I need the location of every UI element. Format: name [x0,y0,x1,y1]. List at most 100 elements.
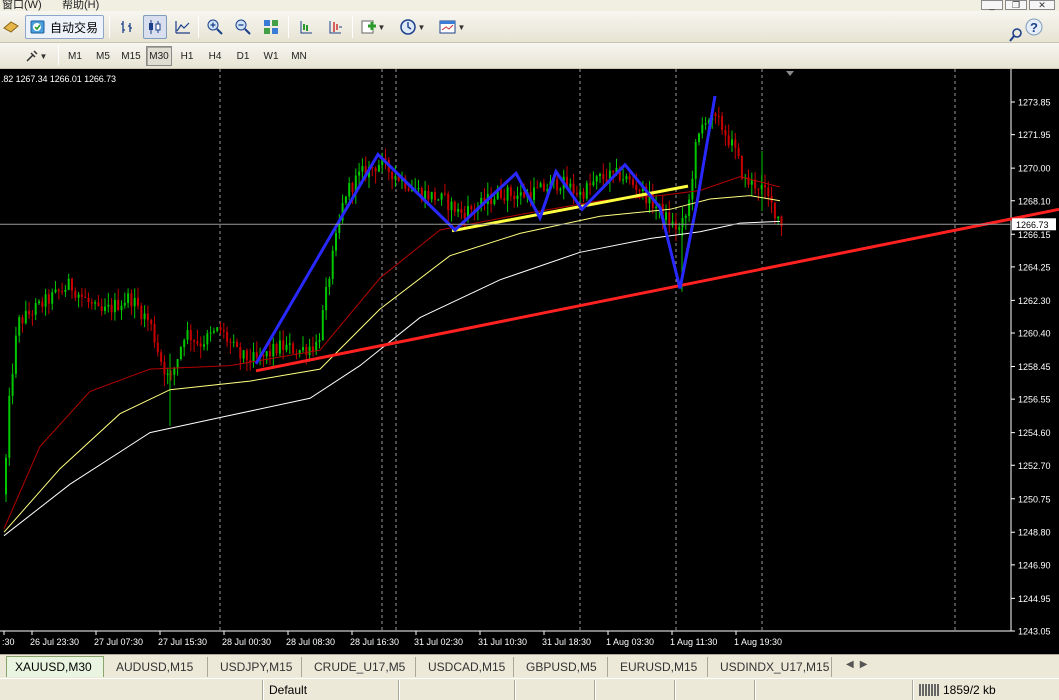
candle-body [698,133,700,143]
price-label: 1254.60 [1018,428,1051,438]
chart-tab[interactable]: EURUSD,M15 [612,657,708,677]
chart-tab[interactable]: USDCAD,M15 [420,657,514,677]
candle-body [668,212,671,226]
chart-canvas[interactable]: 1273.85 1271.95 1270.00 1268.10 1266.15 1264.… [0,69,1059,654]
restore-button[interactable]: ❐ [1005,0,1027,10]
help-icon[interactable]: ? [1021,15,1047,39]
time-label: 28 Jul 00:30 [222,637,271,647]
tile-windows-icon[interactable] [260,15,282,39]
candle-body [38,301,40,304]
candle-body [559,188,562,191]
candle-body [14,335,17,375]
autoscroll-icon[interactable] [323,15,347,39]
timeframe-m30-button[interactable]: M30 [146,46,172,66]
candle-body [186,330,189,340]
close-button[interactable]: ✕ [1029,0,1055,10]
timeframe-m5-button[interactable]: M5 [90,46,116,66]
indicators-dropdown[interactable]: ▼ [358,15,388,39]
chart-shift-icon[interactable] [295,15,317,39]
zoom-out-icon[interactable] [232,15,254,39]
timeframe-m1-button[interactable]: M1 [62,46,88,66]
time-label: 31 Jul 18:30 [542,637,591,647]
menu-window[interactable]: 窗口(W) [2,0,42,11]
candle-body [90,302,93,304]
candle-body [516,195,519,200]
candle-body [625,176,628,180]
candle-body [51,292,54,304]
candle-body [302,347,304,351]
candle-body [731,139,733,146]
zoom-in-icon[interactable] [204,15,226,39]
candle-body [67,278,70,290]
line-chart-icon[interactable] [172,15,194,39]
autotrade-button[interactable]: 自动交易 [25,15,105,39]
candle-body [437,199,440,201]
timeframe-d1-button[interactable]: D1 [230,46,256,66]
candle-body [701,124,704,134]
candle-body [344,196,347,204]
chart-tab[interactable]: USDINDX_U17,M15 [712,657,832,677]
candle-body [87,297,90,303]
candle-body [311,346,314,352]
candle-body [226,331,229,342]
templates-dropdown[interactable]: ▼ [436,15,468,39]
tab-scroll-arrows[interactable]: ◀▶ [846,659,873,670]
candle-body [556,179,559,191]
candle-body [391,171,394,180]
chart-tab[interactable]: GBPUSD,M5 [518,657,608,677]
chart-tab[interactable]: XAUUSD,M30 [6,656,104,677]
price-label: 1262.30 [1018,296,1051,306]
strategy-tester-icon[interactable] [1,15,21,39]
candle-body [453,201,456,212]
candle-body [377,165,380,172]
candle-body [714,113,717,117]
timeframe-h4-button[interactable]: H4 [202,46,228,66]
candle-body [54,289,57,293]
drawing-tools-dropdown[interactable]: ▼ [20,44,52,68]
chart-tab[interactable]: CRUDE_U17,M5 [306,657,416,677]
candle-body [721,116,724,131]
candle-body [321,310,324,341]
price-label: 1248.80 [1018,528,1051,538]
current-price-label: 1266.73 [1016,220,1049,230]
candle-body [282,340,285,351]
candle-body [80,294,83,297]
candle-body [542,183,545,191]
candle-body [110,304,113,313]
candle-body [285,344,288,351]
price-chart[interactable]: 1273.85 1271.95 1270.00 1268.10 1266.15 1264.… [0,69,1059,654]
timeframe-h1-button[interactable]: H1 [174,46,200,66]
minimize-button[interactable]: _ [981,0,1003,10]
chart-tab[interactable]: USDJPY,M15 [212,657,302,677]
candle-body [655,207,658,209]
timeframe-w1-button[interactable]: W1 [258,46,284,66]
bar-chart-icon[interactable] [116,15,138,39]
candlestick-chart-icon[interactable] [143,15,167,39]
candle-body [506,187,509,201]
candle-body [242,350,245,359]
candle-body [335,232,337,251]
time-label: 1 Aug 03:30 [606,637,654,647]
menu-help[interactable]: 帮助(H) [62,0,99,11]
candle-body [717,116,720,118]
periods-dropdown[interactable]: ▼ [396,15,428,39]
candle-body [176,359,179,369]
candle-body [503,197,506,201]
price-label: 1264.25 [1018,262,1051,272]
chart-tabs: XAUUSD,M30 AUDUSD,M15 USDJPY,M15 CRUDE_U17,… [0,654,1059,678]
candle-body [612,170,615,173]
timeframe-m15-button[interactable]: M15 [118,46,144,66]
candle-body [457,208,460,212]
fast-moving-average [3,176,781,530]
candle-body [189,330,192,341]
time-label: 31 Jul 02:30 [414,637,463,647]
candle-body [232,341,235,343]
chart-tab[interactable]: AUDUSD,M15 [108,657,208,677]
candle-body [130,293,133,307]
candle-body [450,201,453,211]
candle-body [407,188,410,191]
timeframe-mn-button[interactable]: MN [286,46,312,66]
price-label: 1268.10 [1018,196,1051,206]
support-trend-line [255,207,1059,373]
candle-body [681,217,684,228]
